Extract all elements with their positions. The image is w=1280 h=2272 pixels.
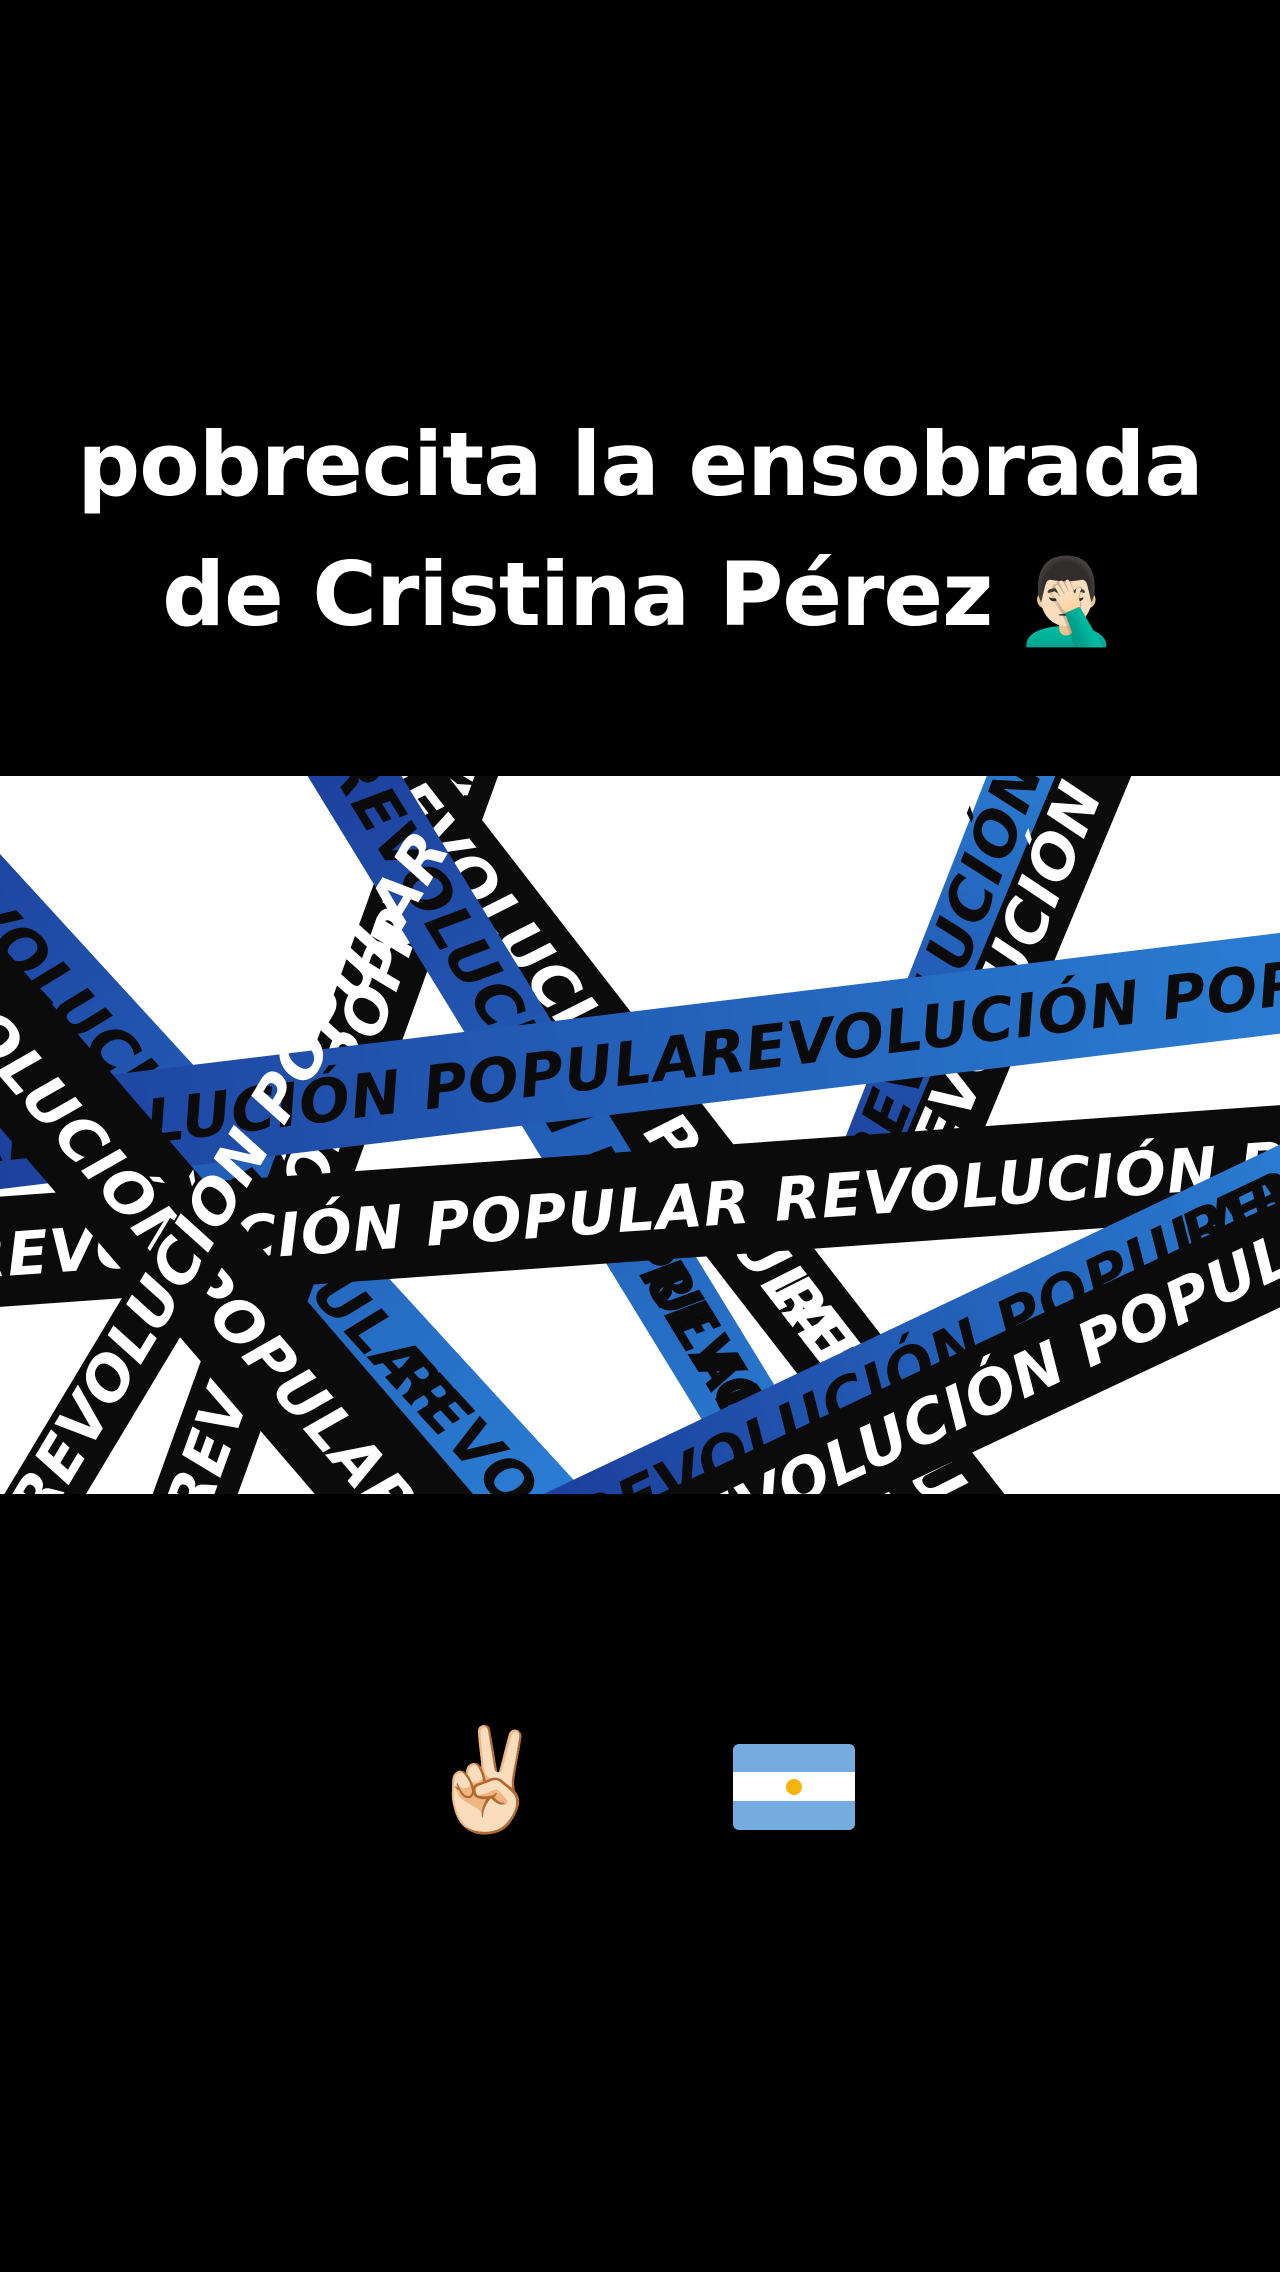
sun-of-may-icon <box>786 1778 803 1795</box>
flag-stripe-top <box>733 1743 856 1773</box>
victory-hand-icon: ✌🏻 <box>424 1721 550 1838</box>
sunglasses-face-icon: 😎 <box>589 1721 694 1838</box>
emoji-row: ✌🏻 😎 <box>0 1710 1280 1850</box>
argentina-flag-icon <box>733 1743 856 1830</box>
tape-graphic: REVOLUCIÓN POPULARREVOLUCIÓN POPULARREVO… <box>0 776 1280 1494</box>
caption-line-1: pobrecita la ensobrada <box>77 413 1203 516</box>
facepalm-emoji-icon: 🤦🏻‍♂️ <box>1014 552 1119 651</box>
flag-stripe-bottom <box>733 1800 856 1830</box>
caption-text: pobrecita la ensobrada de Cristina Pérez… <box>0 400 1280 660</box>
caption-line-2: de Cristina Pérez 🤦🏻‍♂️ <box>0 530 1280 660</box>
revolucion-popular-banner: REVOLUCIÓN POPULAR REVOLUCIÓN POPULAR REVO… <box>0 776 1280 1494</box>
caption-line-2-text: de Cristina Pérez <box>162 543 993 646</box>
video-frame: pobrecita la ensobrada de Cristina Pérez… <box>0 0 1280 2272</box>
